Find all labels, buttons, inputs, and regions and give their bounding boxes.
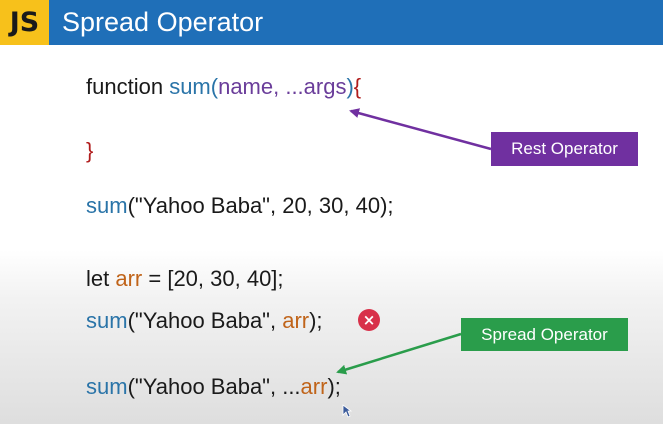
spread-operator-label: Spread Operator bbox=[461, 318, 628, 351]
rest-operator-arrow bbox=[349, 108, 492, 151]
rest-operator-label: Rest Operator bbox=[491, 132, 638, 166]
mouse-pointer-icon bbox=[342, 404, 352, 418]
spread-operator-arrow bbox=[336, 332, 462, 375]
annotation-arrows bbox=[336, 108, 492, 375]
